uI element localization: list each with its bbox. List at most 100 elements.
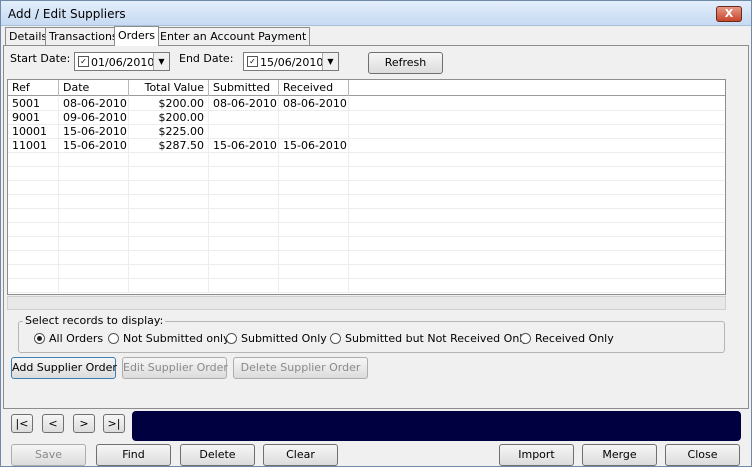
cell-submitted bbox=[209, 125, 279, 139]
column-header-ref[interactable]: Ref bbox=[8, 80, 59, 96]
radio-circle-icon[interactable] bbox=[226, 333, 237, 344]
radio-selected-icon[interactable] bbox=[34, 333, 45, 344]
empty-row bbox=[8, 237, 725, 251]
tab-transactions[interactable]: Transactions bbox=[45, 27, 122, 46]
cell-received: 08-06-2010 bbox=[279, 97, 349, 111]
clear-button[interactable]: Clear bbox=[263, 444, 338, 466]
cell-date: 15-06-2010 bbox=[59, 139, 129, 153]
empty-cell bbox=[129, 237, 209, 251]
start-date-picker[interactable]: ✓ 01/06/2010 ▼ bbox=[74, 52, 170, 71]
cell-date: 15-06-2010 bbox=[59, 125, 129, 139]
empty-cell bbox=[59, 251, 129, 265]
column-header-submitted[interactable]: Submitted bbox=[209, 80, 279, 96]
empty-cell bbox=[209, 209, 279, 223]
column-header-total-value[interactable]: Total Value bbox=[129, 80, 209, 96]
empty-cell bbox=[209, 167, 279, 181]
last-record-button[interactable]: >| bbox=[103, 414, 125, 433]
empty-cell bbox=[59, 167, 129, 181]
start-date-checkbox[interactable]: ✓ bbox=[78, 56, 89, 67]
tab-orders[interactable]: Orders bbox=[114, 26, 159, 46]
cell-total-value: $200.00 bbox=[129, 97, 209, 111]
radio-circle-icon[interactable] bbox=[520, 333, 531, 344]
empty-cell bbox=[8, 223, 59, 237]
empty-row bbox=[8, 153, 725, 167]
cell-date: 08-06-2010 bbox=[59, 97, 129, 111]
cell-ref: 11001 bbox=[8, 139, 59, 153]
empty-cell bbox=[59, 279, 129, 293]
find-button[interactable]: Find bbox=[96, 444, 171, 466]
save-button[interactable]: Save bbox=[11, 444, 86, 466]
radio-not-submitted-only[interactable]: Not Submitted only bbox=[108, 332, 230, 345]
empty-cell bbox=[59, 195, 129, 209]
radio-all-orders[interactable]: All Orders bbox=[34, 332, 103, 345]
table-row[interactable]: 5001 08-06-2010 $200.00 08-06-2010 08-06… bbox=[8, 97, 725, 111]
delete-button[interactable]: Delete bbox=[180, 444, 255, 466]
close-button[interactable]: Close bbox=[665, 444, 740, 466]
column-header-received[interactable]: Received bbox=[279, 80, 349, 96]
empty-cell bbox=[129, 195, 209, 209]
empty-row bbox=[8, 279, 725, 293]
empty-cell bbox=[209, 279, 279, 293]
empty-cell bbox=[279, 265, 349, 279]
radio-received-only[interactable]: Received Only bbox=[520, 332, 614, 345]
empty-cell bbox=[8, 237, 59, 251]
empty-cell bbox=[8, 153, 59, 167]
empty-cell bbox=[129, 251, 209, 265]
chevron-down-icon[interactable]: ▼ bbox=[153, 53, 169, 70]
start-date-value: 01/06/2010 bbox=[91, 56, 155, 69]
empty-cell bbox=[209, 153, 279, 167]
edit-supplier-order-button[interactable]: Edit Supplier Order bbox=[122, 357, 228, 379]
first-record-button[interactable]: |< bbox=[11, 414, 33, 433]
empty-cell bbox=[209, 237, 279, 251]
grid-header: Ref Date Total Value Submitted Received bbox=[8, 80, 725, 96]
end-date-label: End Date: bbox=[179, 52, 234, 65]
import-button[interactable]: Import bbox=[499, 444, 574, 466]
window-close-button[interactable]: X bbox=[716, 6, 742, 22]
empty-cell bbox=[279, 181, 349, 195]
cell-received: 15-06-2010 bbox=[279, 139, 349, 153]
cell-received bbox=[279, 111, 349, 125]
empty-cell bbox=[279, 223, 349, 237]
radio-label: Submitted Only bbox=[241, 332, 327, 345]
end-date-picker[interactable]: ✓ 15/06/2010 ▼ bbox=[243, 52, 339, 71]
previous-record-button[interactable]: < bbox=[42, 414, 64, 433]
title-bar: Add / Edit Suppliers X bbox=[1, 1, 751, 26]
horizontal-scrollbar[interactable] bbox=[7, 296, 726, 310]
empty-cell bbox=[279, 251, 349, 265]
refresh-button[interactable]: Refresh bbox=[368, 52, 443, 74]
add-supplier-order-button[interactable]: Add Supplier Order bbox=[11, 357, 117, 379]
empty-cell bbox=[59, 223, 129, 237]
empty-row bbox=[8, 167, 725, 181]
delete-supplier-order-button[interactable]: Delete Supplier Order bbox=[233, 357, 368, 379]
chevron-down-icon[interactable]: ▼ bbox=[322, 53, 338, 70]
empty-cell bbox=[59, 181, 129, 195]
empty-row bbox=[8, 209, 725, 223]
orders-grid[interactable]: Ref Date Total Value Submitted Received … bbox=[7, 79, 726, 295]
empty-cell bbox=[8, 167, 59, 181]
radio-circle-icon[interactable] bbox=[108, 333, 119, 344]
table-row[interactable]: 10001 15-06-2010 $225.00 bbox=[8, 125, 725, 139]
empty-cell bbox=[129, 223, 209, 237]
radio-label: Received Only bbox=[535, 332, 614, 345]
radio-label: All Orders bbox=[49, 332, 104, 345]
table-row[interactable]: 9001 09-06-2010 $200.00 bbox=[8, 111, 725, 125]
column-header-date[interactable]: Date bbox=[59, 80, 129, 96]
table-row[interactable]: 11001 15-06-2010 $287.50 15-06-2010 15-0… bbox=[8, 139, 725, 153]
empty-cell bbox=[8, 265, 59, 279]
radio-submitted-not-received[interactable]: Submitted but Not Received Only bbox=[330, 332, 529, 345]
end-date-checkbox[interactable]: ✓ bbox=[247, 56, 258, 67]
empty-cell bbox=[209, 251, 279, 265]
cell-date: 09-06-2010 bbox=[59, 111, 129, 125]
add-edit-suppliers-window: Add / Edit Suppliers X Details Transacti… bbox=[0, 0, 752, 467]
radio-circle-icon[interactable] bbox=[330, 333, 341, 344]
tab-enter-account-payment[interactable]: Enter an Account Payment bbox=[156, 27, 311, 46]
empty-cell bbox=[129, 181, 209, 195]
next-record-button[interactable]: > bbox=[73, 414, 95, 433]
window-title: Add / Edit Suppliers bbox=[8, 7, 126, 21]
empty-cell bbox=[59, 237, 129, 251]
empty-cell bbox=[59, 153, 129, 167]
radio-submitted-only[interactable]: Submitted Only bbox=[226, 332, 327, 345]
empty-cell bbox=[209, 265, 279, 279]
cell-submitted bbox=[209, 111, 279, 125]
merge-button[interactable]: Merge bbox=[582, 444, 657, 466]
